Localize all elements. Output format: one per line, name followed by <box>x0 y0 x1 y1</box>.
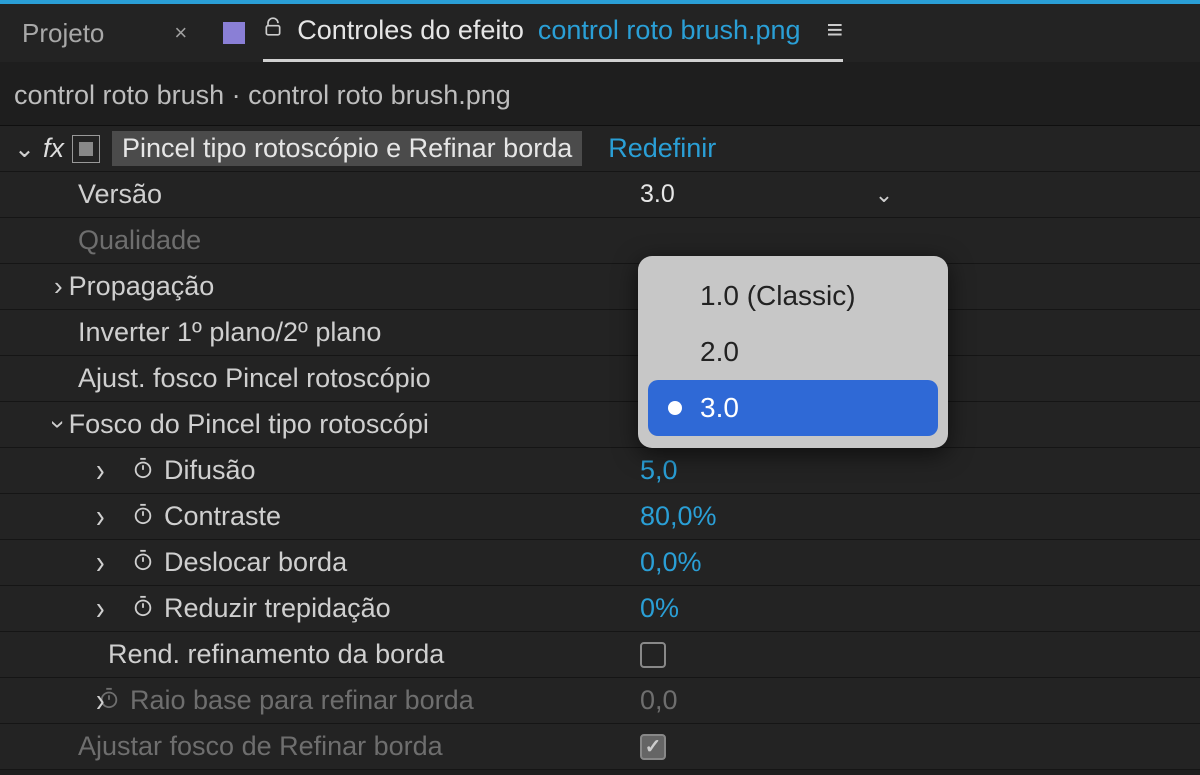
ajust-fosco-label: Ajust. fosco Pincel rotoscópio <box>78 363 633 394</box>
stopwatch-icon[interactable] <box>132 593 154 624</box>
collapse-effect-icon[interactable]: ⌄ <box>14 134 35 164</box>
versao-option-0[interactable]: 1.0 (Classic) <box>648 268 938 324</box>
tab-projeto-label: Projeto <box>22 18 104 49</box>
row-inverter: Inverter 1º plano/2º plano <box>0 310 1200 356</box>
deslocar-value[interactable]: 0,0% <box>640 547 702 578</box>
fosco-group-label: Fosco do Pincel tipo rotoscópi <box>69 409 429 440</box>
tab-effect-controls[interactable]: Controles do efeito control roto brush.p… <box>263 4 843 62</box>
breadcrumb: control roto brush · control roto brush.… <box>0 62 1200 126</box>
effect-panel: ⌄ fx Pincel tipo rotoscópio e Refinar bo… <box>0 126 1200 770</box>
stopwatch-icon[interactable] <box>132 501 154 532</box>
fx-badge[interactable]: fx <box>43 133 64 164</box>
deslocar-label: Deslocar borda <box>132 547 687 578</box>
versao-dropdown-popup: 1.0 (Classic) 2.0 3.0 <box>638 256 948 448</box>
versao-label: Versão <box>78 179 633 210</box>
row-rend: Rend. refinamento da borda <box>0 632 1200 678</box>
close-icon[interactable]: × <box>174 20 187 46</box>
effect-name[interactable]: Pincel tipo rotoscópio e Refinar borda <box>112 131 582 166</box>
row-reduzir: Reduzir trepidação 0% <box>0 586 1200 632</box>
tab-title-file: control roto brush.png <box>538 15 801 46</box>
reset-link[interactable]: Redefinir <box>608 133 716 164</box>
raio-text: Raio base para refinar borda <box>130 685 474 716</box>
color-swatch-icon[interactable] <box>223 22 245 44</box>
rend-label: Rend. refinamento da borda <box>108 639 633 670</box>
panel-tabs: Projeto × Controles do efeito control ro… <box>0 4 1200 62</box>
raio-label: Raio base para refinar borda <box>98 685 653 716</box>
versao-current-value: 3.0 <box>640 180 675 209</box>
chevron-down-icon: ⌄ <box>875 182 893 208</box>
lock-icon <box>263 15 283 45</box>
versao-option-2[interactable]: 3.0 <box>648 380 938 436</box>
chevron-down-icon: › <box>43 420 74 429</box>
effect-visibility-icon[interactable] <box>72 135 100 163</box>
contraste-value[interactable]: 80,0% <box>640 501 717 532</box>
row-ajustar: Ajustar fosco de Refinar borda <box>0 724 1200 770</box>
row-difusao: Difusão 5,0 <box>0 448 1200 494</box>
row-propagacao[interactable]: › Propagação <box>0 264 1200 310</box>
ajustar-label: Ajustar fosco de Refinar borda <box>78 731 633 762</box>
row-qualidade: Qualidade <box>0 218 1200 264</box>
stopwatch-icon <box>98 685 120 716</box>
contraste-text: Contraste <box>164 501 281 532</box>
tab-title-prefix: Controles do efeito <box>297 15 524 46</box>
reduzir-value[interactable]: 0% <box>640 593 679 624</box>
stopwatch-icon[interactable] <box>132 547 154 578</box>
rend-checkbox[interactable] <box>640 642 666 668</box>
stopwatch-icon[interactable] <box>132 455 154 486</box>
propagacao-label: Propagação <box>69 271 215 302</box>
row-deslocar: Deslocar borda 0,0% <box>0 540 1200 586</box>
contraste-label: Contraste <box>132 501 687 532</box>
row-ajust-fosco: Ajust. fosco Pincel rotoscópio <box>0 356 1200 402</box>
difusao-label: Difusão <box>132 455 687 486</box>
deslocar-text: Deslocar borda <box>164 547 347 578</box>
row-contraste: Contraste 80,0% <box>0 494 1200 540</box>
raio-value: 0,0 <box>640 685 678 716</box>
inverter-label: Inverter 1º plano/2º plano <box>78 317 633 348</box>
difusao-value[interactable]: 5,0 <box>640 455 678 486</box>
reduzir-label: Reduzir trepidação <box>132 593 687 624</box>
row-fosco-group[interactable]: › Fosco do Pincel tipo rotoscópi <box>0 402 1200 448</box>
tab-projeto[interactable]: Projeto × <box>22 18 187 49</box>
ajustar-checkbox <box>640 734 666 760</box>
reduzir-text: Reduzir trepidação <box>164 593 391 624</box>
row-raio: Raio base para refinar borda 0,0 <box>0 678 1200 724</box>
qualidade-label: Qualidade <box>78 225 633 256</box>
panel-menu-icon[interactable]: ≡ <box>827 14 843 46</box>
versao-option-1[interactable]: 2.0 <box>648 324 938 380</box>
chevron-right-icon: › <box>54 271 63 302</box>
row-versao: Versão 3.0 ⌄ <box>0 172 1200 218</box>
difusao-text: Difusão <box>164 455 256 486</box>
versao-dropdown[interactable]: 3.0 ⌄ <box>640 180 893 209</box>
effect-header: ⌄ fx Pincel tipo rotoscópio e Refinar bo… <box>0 126 1200 172</box>
